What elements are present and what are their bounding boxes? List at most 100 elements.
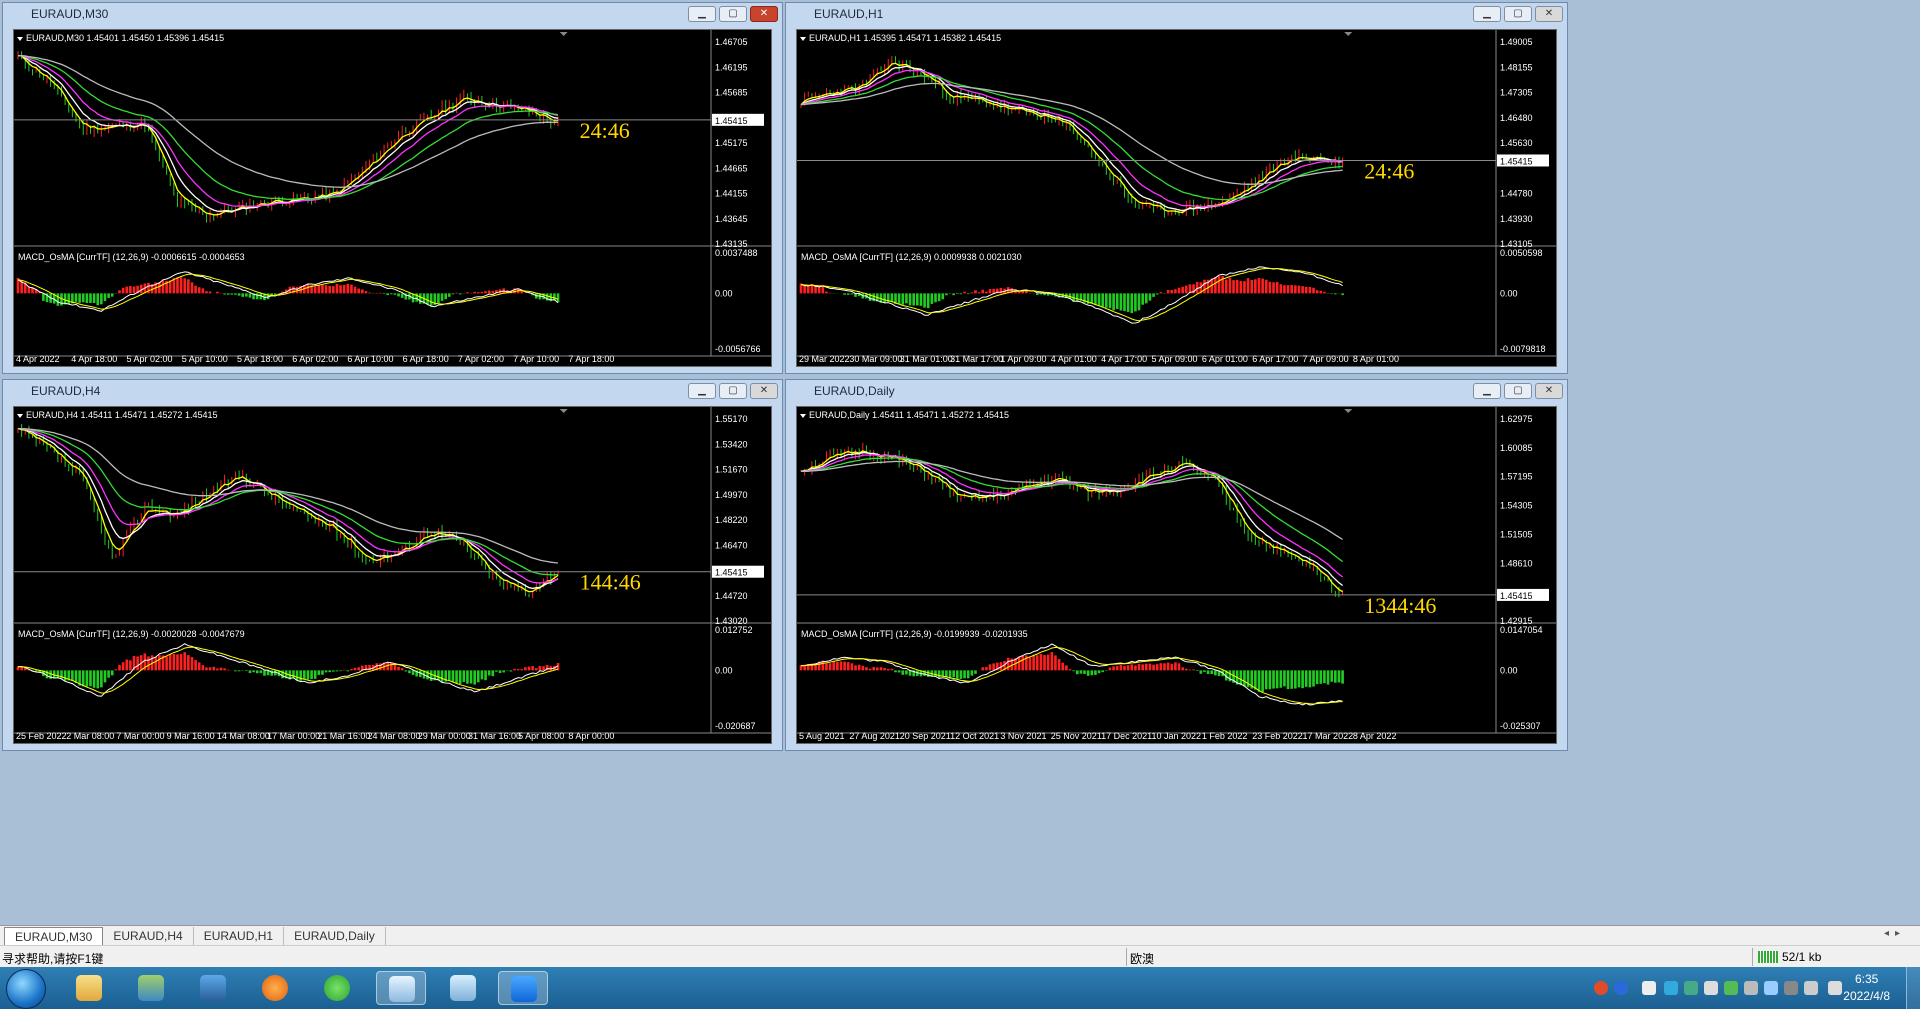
close-button[interactable]: ✕	[1535, 383, 1563, 399]
start-orb[interactable]	[6, 969, 46, 1009]
mt4-terminal-icon[interactable]	[376, 971, 426, 1005]
maximize-button[interactable]: ▢	[719, 6, 747, 22]
clock[interactable]: 6:35 2022/4/8	[1843, 971, 1890, 1005]
moving-average-line	[17, 55, 559, 213]
monitor-icon[interactable]	[188, 971, 238, 1005]
show-desktop-button[interactable]	[1906, 967, 1920, 1009]
price-chart[interactable]: 1.45415 24:46 1.49005 1.48155 1.47305 1.46480…	[796, 29, 1557, 367]
shift-marker-icon[interactable]	[1344, 32, 1353, 36]
current-price-label: 1.45415	[1500, 591, 1533, 601]
time-axis-label: 17 Dec 2021	[1101, 731, 1152, 741]
time-axis-label: 2 Mar 08:00	[66, 731, 114, 741]
notes-icon[interactable]	[498, 971, 548, 1005]
chart-menu-icon[interactable]	[17, 37, 23, 41]
shift-marker-icon[interactable]	[559, 409, 568, 413]
price-scale-label: 1.44720	[715, 591, 748, 601]
price-scale-label: 1.49970	[715, 490, 748, 500]
moving-average-line	[800, 82, 1343, 185]
close-button[interactable]: ✕	[750, 6, 778, 22]
flag-icon[interactable]	[1784, 981, 1798, 995]
time-axis-label: 1 Feb 2022	[1202, 731, 1248, 741]
window-titlebar[interactable]: EURAUD,H4 ▁ ▢ ✕	[3, 380, 782, 402]
window-title: EURAUD,Daily	[814, 384, 895, 398]
wechat-icon[interactable]	[312, 971, 362, 1005]
macd-scale-label: 0.00	[1500, 288, 1518, 298]
price-scale-label: 1.48155	[1500, 62, 1533, 72]
time-axis-label: 30 Mar 09:00	[849, 354, 902, 364]
minimize-button[interactable]: ▁	[1473, 6, 1501, 22]
tab-euraud-daily[interactable]: EURAUD,Daily	[284, 927, 386, 945]
tab-scroll-arrows[interactable]: ◂▸	[1884, 928, 1906, 939]
shield-icon[interactable]	[1684, 981, 1698, 995]
chart-svg: 1.45415 144:46 1.55170 1.53420 1.51670 1.4997…	[14, 407, 771, 741]
tab-euraud-h4[interactable]: EURAUD,H4	[103, 927, 194, 945]
price-chart[interactable]: 1.45415 1344:46 1.62975 1.60085 1.57195 1.543…	[796, 406, 1557, 744]
chart-header: EURAUD,M30 1.45401 1.45450 1.45396 1.454…	[26, 33, 224, 43]
moving-average-line	[800, 450, 1343, 593]
time-axis-label: 5 Apr 09:00	[1151, 354, 1197, 364]
speaker-icon[interactable]	[1804, 981, 1818, 995]
macd-scale-label: -0.020687	[715, 721, 756, 731]
minimize-button[interactable]: ▁	[688, 6, 716, 22]
settings-icon[interactable]	[1744, 981, 1758, 995]
chart-svg: 1.45415 24:46 1.49005 1.48155 1.47305 1.46480…	[797, 30, 1556, 364]
macd-header: MACD_OsMA [CurrTF] (12,26,9) -0.0006615 …	[18, 252, 245, 262]
display-icon[interactable]	[1764, 981, 1778, 995]
time-axis-label: 10 Jan 2022	[1151, 731, 1201, 741]
help-icon[interactable]	[1614, 981, 1628, 995]
maximize-button[interactable]: ▢	[1504, 6, 1532, 22]
minimize-button[interactable]: ▁	[1473, 383, 1501, 399]
time-axis-label: 31 Mar 01:00	[900, 354, 953, 364]
chat-app-icon[interactable]	[126, 971, 176, 1005]
window-title: EURAUD,H1	[814, 7, 884, 21]
window-titlebar[interactable]: EURAUD,Daily ▁ ▢ ✕	[786, 380, 1567, 402]
shift-marker-icon[interactable]	[1344, 409, 1353, 413]
signal-icon[interactable]	[1828, 981, 1842, 995]
moving-average-line	[18, 55, 559, 188]
window-titlebar[interactable]: EURAUD,H1 ▁ ▢ ✕	[786, 3, 1567, 25]
chart-menu-icon[interactable]	[17, 414, 23, 418]
time-axis-label: 21 Mar 16:00	[317, 731, 370, 741]
notepad-icon[interactable]	[438, 971, 488, 1005]
volume-icon[interactable]	[1704, 981, 1718, 995]
chart-svg: 1.45415 24:46 1.46705 1.46195 1.45685 1.45175…	[14, 30, 771, 364]
chart-window-m30[interactable]: EURAUD,M30 ▁ ▢ ✕ 1.45415 24:46 1.46705 1.46…	[2, 2, 783, 374]
tab-euraud-h1[interactable]: EURAUD,H1	[194, 927, 285, 945]
folder-icon[interactable]	[64, 971, 114, 1005]
minimize-button[interactable]: ▁	[688, 383, 716, 399]
shift-marker-icon[interactable]	[559, 32, 568, 36]
macd-scale-label: 0.00	[1500, 665, 1518, 675]
macd-header: MACD_OsMA [CurrTF] (12,26,9) -0.0020028 …	[18, 629, 245, 639]
chart-menu-icon[interactable]	[800, 37, 806, 41]
price-chart[interactable]: 1.45415 144:46 1.55170 1.53420 1.51670 1.4997…	[13, 406, 772, 744]
time-axis-label: 25 Feb 2022	[16, 731, 67, 741]
maximize-button[interactable]: ▢	[1504, 383, 1532, 399]
macd-scale-label: 0.0050598	[1500, 248, 1543, 258]
time-axis-label: 8 Apr 2022	[1353, 731, 1397, 741]
macd-scale-label: -0.0056766	[715, 344, 761, 354]
price-chart[interactable]: 1.45415 24:46 1.46705 1.46195 1.45685 1.45175…	[13, 29, 772, 367]
chart-window-h4[interactable]: EURAUD,H4 ▁ ▢ ✕ 1.45415 144:46 1.55170 1.53…	[2, 379, 783, 751]
chart-window-h1[interactable]: EURAUD,H1 ▁ ▢ ✕ 1.45415 24:46 1.49005 1.481…	[785, 2, 1568, 374]
tray-app-icon[interactable]	[1642, 981, 1656, 995]
time-axis-label: 4 Apr 17:00	[1101, 354, 1147, 364]
wechat-tray-icon[interactable]	[1724, 981, 1738, 995]
chart-tabs: EURAUD,M30 EURAUD,H4 EURAUD,H1 EURAUD,Da…	[0, 925, 1920, 945]
sogou-ime-icon[interactable]	[1594, 981, 1608, 995]
chart-window-daily[interactable]: EURAUD,Daily ▁ ▢ ✕ 1.45415 1344:46 1.62975…	[785, 379, 1568, 751]
status-help-text: 寻求帮助,请按F1键	[2, 952, 104, 966]
clock-date: 2022/4/8	[1843, 989, 1890, 1003]
time-axis-label: 23 Feb 2022	[1252, 731, 1303, 741]
close-button[interactable]: ✕	[750, 383, 778, 399]
window-titlebar[interactable]: EURAUD,M30 ▁ ▢ ✕	[3, 3, 782, 25]
bird-app-icon[interactable]	[250, 971, 300, 1005]
close-button[interactable]: ✕	[1535, 6, 1563, 22]
status-bar: 寻求帮助,请按F1键 欧澳 52/1 kb	[0, 945, 1920, 967]
time-axis-label: 29 Mar 2022	[799, 354, 850, 364]
network-icon[interactable]	[1664, 981, 1678, 995]
moving-average-line	[17, 427, 559, 584]
tab-euraud-m30[interactable]: EURAUD,M30	[4, 927, 104, 945]
price-scale-label: 1.53420	[715, 439, 748, 449]
chart-menu-icon[interactable]	[800, 414, 806, 418]
maximize-button[interactable]: ▢	[719, 383, 747, 399]
